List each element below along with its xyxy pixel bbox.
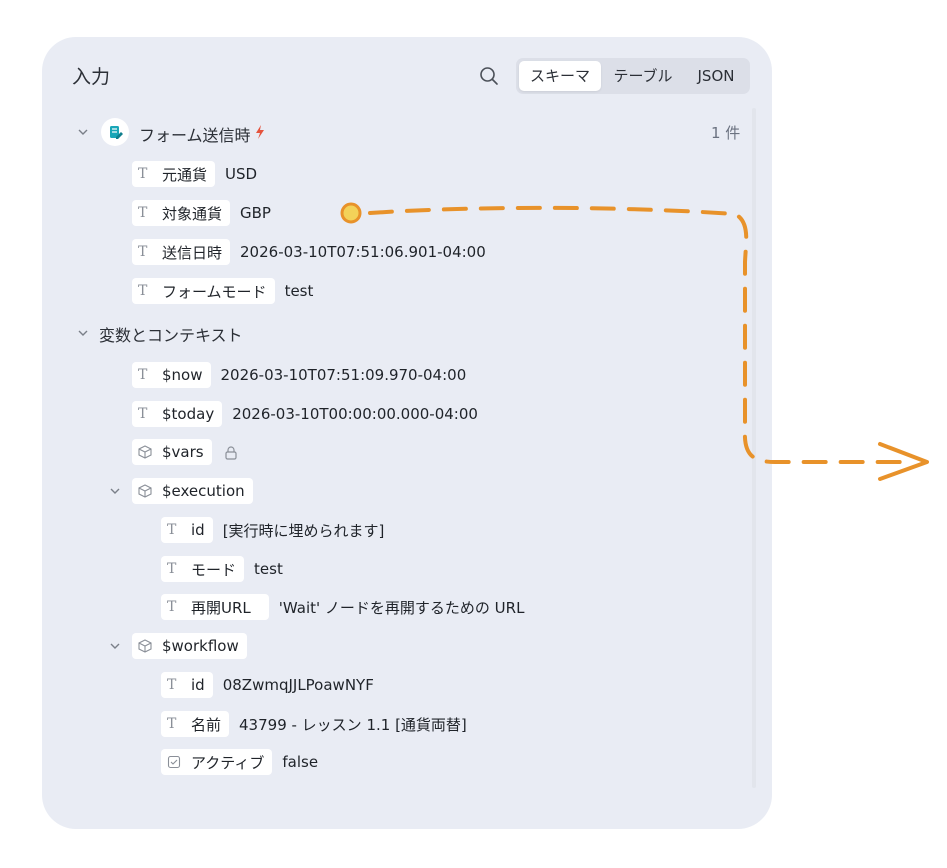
drag-connector-arrow	[340, 202, 929, 481]
drag-handle-dot[interactable]	[340, 202, 362, 224]
